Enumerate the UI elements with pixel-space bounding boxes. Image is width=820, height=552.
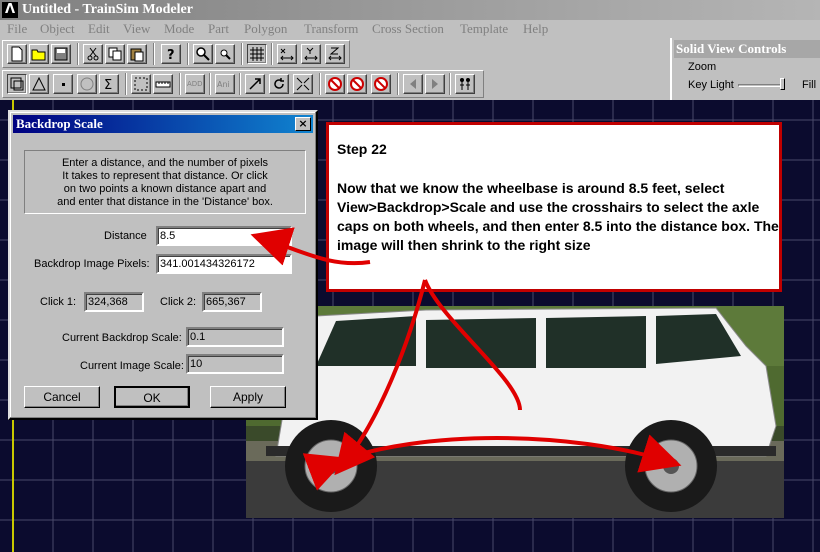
ruler-icon[interactable] [153,74,173,94]
instruction-line: on two points a known distance apart and [63,183,267,195]
svg-text:Ani: Ani [217,80,230,89]
key-light-label: Key Light [688,79,734,91]
menu-cross-section[interactable]: Cross Section [372,21,444,37]
copy-icon[interactable] [105,44,125,64]
menu-mode[interactable]: Mode [164,21,194,37]
flip-y-icon[interactable] [301,44,321,64]
arrow-icon[interactable] [245,74,265,94]
add-icon[interactable]: ADD [185,74,205,94]
svg-text:ADD: ADD [187,80,203,88]
dialog-title-bar[interactable]: Backdrop Scale × [13,115,313,133]
backdrop-scale-value: 0.1 [186,327,284,347]
paste-icon[interactable] [127,44,147,64]
menu-template[interactable]: Template [460,21,508,37]
click1-value: 324,368 [84,292,144,312]
distance-input[interactable]: 8.5 [156,226,292,246]
backdrop-image [246,306,784,518]
instructions-panel: Enter a distance, and the number of pixe… [24,150,306,214]
triangle-icon[interactable] [29,74,49,94]
menu-polygon[interactable]: Polygon [244,21,287,37]
tutorial-callout: Step 22 Now that we know the wheelbase i… [326,122,782,292]
instruction-line: Enter a distance, and the number of pixe… [61,157,269,169]
zoom-small-icon[interactable] [215,44,235,64]
rotate-icon[interactable] [269,74,289,94]
menu-object[interactable]: Object [40,21,75,37]
save-icon[interactable] [51,44,71,64]
cancel-button[interactable]: Cancel [24,386,100,408]
step-body: Now that we know the wheelbase is around… [337,180,779,253]
zoom-icon[interactable] [193,44,213,64]
dialog-title: Backdrop Scale [16,116,103,131]
distance-label: Distance [104,230,147,242]
svg-text:Σ: Σ [104,78,112,92]
menu-file[interactable]: File [7,21,27,37]
click2-label: Click 2: [160,296,197,308]
solid-view-title: Solid View Controls [674,40,820,58]
flip-x-icon[interactable] [277,44,297,64]
fill-light-label: Fill L [802,79,820,91]
solid-view-controls: Solid View Controls Zoom Key Light Fill … [670,38,820,100]
instruction-line: and enter that distance in the 'Distance… [57,196,273,208]
backdrop-scale-dialog: Backdrop Scale × Enter a distance, and t… [8,110,318,420]
menu-part[interactable]: Part [208,21,229,37]
svg-text:?: ? [167,48,175,62]
anim-icon[interactable]: Ani [215,74,235,94]
menu-view[interactable]: View [123,21,150,37]
no-rotate-icon[interactable] [371,74,391,94]
pixels-input[interactable]: 341.001434326172 [156,254,292,274]
next-icon[interactable] [425,74,445,94]
image-scale-value: 10 [186,354,284,374]
menu-edit[interactable]: Edit [88,21,110,37]
title-bar: Λ Untitled - TrainSim Modeler [0,0,820,20]
main-toolbar: ? [2,40,350,68]
open-icon[interactable] [29,44,49,64]
key-light-slider-thumb[interactable] [780,78,785,90]
grid-icon[interactable] [247,44,267,64]
image-scale-label: Current Image Scale: [80,360,184,372]
app-icon[interactable]: Λ [2,2,18,18]
select-icon[interactable] [131,74,151,94]
shrink-icon[interactable] [293,74,313,94]
no-move-icon[interactable] [347,74,367,94]
help-icon[interactable]: ? [161,44,181,64]
step-title: Step 22 [337,141,387,157]
flip-z-icon[interactable] [325,44,345,64]
key-light-slider[interactable] [738,84,784,87]
sigma-icon[interactable]: Σ [99,74,119,94]
instruction-line: It takes to represent that distance. Or … [62,170,268,182]
menu-transform[interactable]: Transform [304,21,358,37]
new-icon[interactable] [7,44,27,64]
no-select-icon[interactable] [325,74,345,94]
pixels-label: Backdrop Image Pixels: [34,258,150,270]
circle-icon[interactable] [77,74,97,94]
point-icon[interactable] [53,74,73,94]
cut-icon[interactable] [83,44,103,64]
apply-button[interactable]: Apply [210,386,286,408]
zoom-label: Zoom [688,61,717,73]
box-icon[interactable] [7,74,27,94]
close-icon[interactable]: × [295,117,311,131]
menu-bar: File Object Edit View Mode Part Polygon … [0,20,670,38]
figures-icon[interactable] [455,74,475,94]
click2-value: 665,367 [202,292,262,312]
prev-icon[interactable] [403,74,423,94]
menu-help[interactable]: Help [523,21,548,37]
window-title: Untitled - TrainSim Modeler [22,2,193,17]
backdrop-scale-label: Current Backdrop Scale: [62,332,182,344]
edit-toolbar: Σ ADD Ani [2,70,484,98]
ok-button[interactable]: OK [114,386,190,408]
click1-label: Click 1: [40,296,77,308]
